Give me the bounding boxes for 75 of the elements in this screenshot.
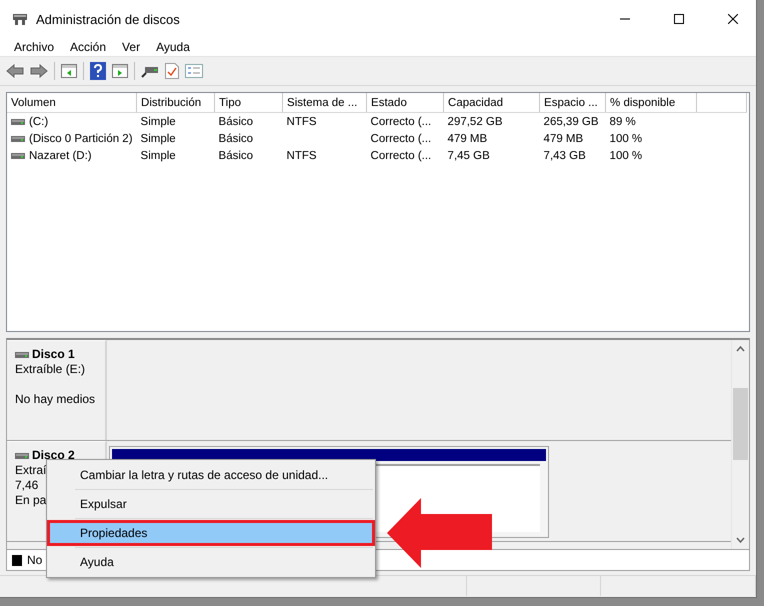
table-cell: Básico <box>218 116 254 128</box>
table-cell: 479 MB <box>544 132 584 144</box>
column-header[interactable]: Distribución <box>136 93 215 112</box>
connect-button[interactable] <box>141 64 159 78</box>
table-cell: (Disco 0 Partición 2) <box>29 132 133 144</box>
console-tree-button[interactable] <box>61 64 77 78</box>
help-icon <box>90 62 106 80</box>
column-header[interactable]: % disponible <box>606 93 697 112</box>
action-pane-button[interactable] <box>112 64 128 78</box>
menu-item[interactable]: Cambiar la letra y rutas de acceso de unidad... <box>47 462 375 488</box>
drive-icon <box>11 118 25 124</box>
help-button[interactable] <box>90 62 106 80</box>
legend-swatch <box>12 554 22 566</box>
table-cell: 100 % <box>610 150 642 162</box>
table-cell: 265,39 GB <box>544 116 599 128</box>
forward-button[interactable] <box>30 64 48 78</box>
column-header[interactable]: Espacio ... <box>540 93 606 112</box>
close-icon <box>728 14 738 24</box>
table-cell: 7,45 GB <box>448 150 490 162</box>
disk-info: Extraíble (E:) <box>15 362 86 377</box>
table-cell: Simple <box>140 150 176 162</box>
back-arrow-icon <box>6 64 24 78</box>
table-cell: 297,52 GB <box>448 116 503 128</box>
table-cell: Nazaret (D:) <box>29 150 92 162</box>
table-cell: Simple <box>140 132 176 144</box>
back-button[interactable] <box>6 64 24 78</box>
pointer-arrow-icon <box>387 497 493 569</box>
column-header[interactable]: Estado <box>366 93 444 112</box>
maximize-icon <box>674 14 684 24</box>
disk-info: No hay medios <box>15 392 96 407</box>
menu-item[interactable]: Ayuda <box>47 549 375 575</box>
legend-label: No <box>27 553 42 567</box>
menu-item[interactable]: Expulsar <box>47 491 375 517</box>
column-header[interactable]: Tipo <box>214 93 283 112</box>
column-header[interactable]: Capacidad <box>444 93 540 112</box>
table-cell: 100 % <box>610 132 642 144</box>
column-header[interactable]: Sistema de ... <box>282 93 367 112</box>
table-cell: Correcto (... <box>370 150 432 162</box>
menu-item[interactable]: Ver <box>114 40 148 54</box>
menu-item[interactable]: Ayuda <box>148 40 198 54</box>
checklist-icon <box>185 64 203 78</box>
disk-name: Disco 2 <box>32 448 75 463</box>
menu-item[interactable]: Propiedades <box>47 520 375 546</box>
disk-info: 7,46 <box>15 478 40 493</box>
panel-icon <box>112 64 128 78</box>
check-document-icon <box>165 63 179 79</box>
table-cell: (C:) <box>29 116 48 128</box>
properties-button[interactable] <box>165 63 179 79</box>
table-cell: 7,43 GB <box>544 150 586 162</box>
table-cell: Básico <box>218 132 254 144</box>
drive-icon <box>15 352 29 358</box>
disk-name: Disco 1 <box>32 347 75 362</box>
table-cell: Simple <box>140 116 176 128</box>
table-cell: Correcto (... <box>370 116 432 128</box>
forward-arrow-icon <box>30 64 48 78</box>
drive-icon <box>11 136 25 142</box>
window-title: Administración de discos <box>36 12 180 26</box>
table-cell: 89 % <box>610 116 636 128</box>
drive-icon <box>11 152 25 158</box>
menu-item[interactable]: Acción <box>62 40 114 54</box>
chevron-up-icon <box>736 346 745 352</box>
menu-item[interactable]: Archivo <box>6 40 62 54</box>
column-header[interactable]: Volumen <box>7 93 137 112</box>
chevron-down-icon <box>736 537 745 543</box>
disk-management-icon <box>12 12 28 26</box>
drive-icon <box>15 452 29 458</box>
table-cell: 479 MB <box>448 132 488 144</box>
table-cell: NTFS <box>286 150 317 162</box>
drive-search-icon <box>141 64 159 78</box>
table-cell: Correcto (... <box>370 132 432 144</box>
table-cell: NTFS <box>286 116 317 128</box>
panel-icon <box>61 64 77 78</box>
scrollbar[interactable] <box>731 340 749 549</box>
checklist-button[interactable] <box>185 64 203 78</box>
table-cell: Básico <box>218 150 254 162</box>
